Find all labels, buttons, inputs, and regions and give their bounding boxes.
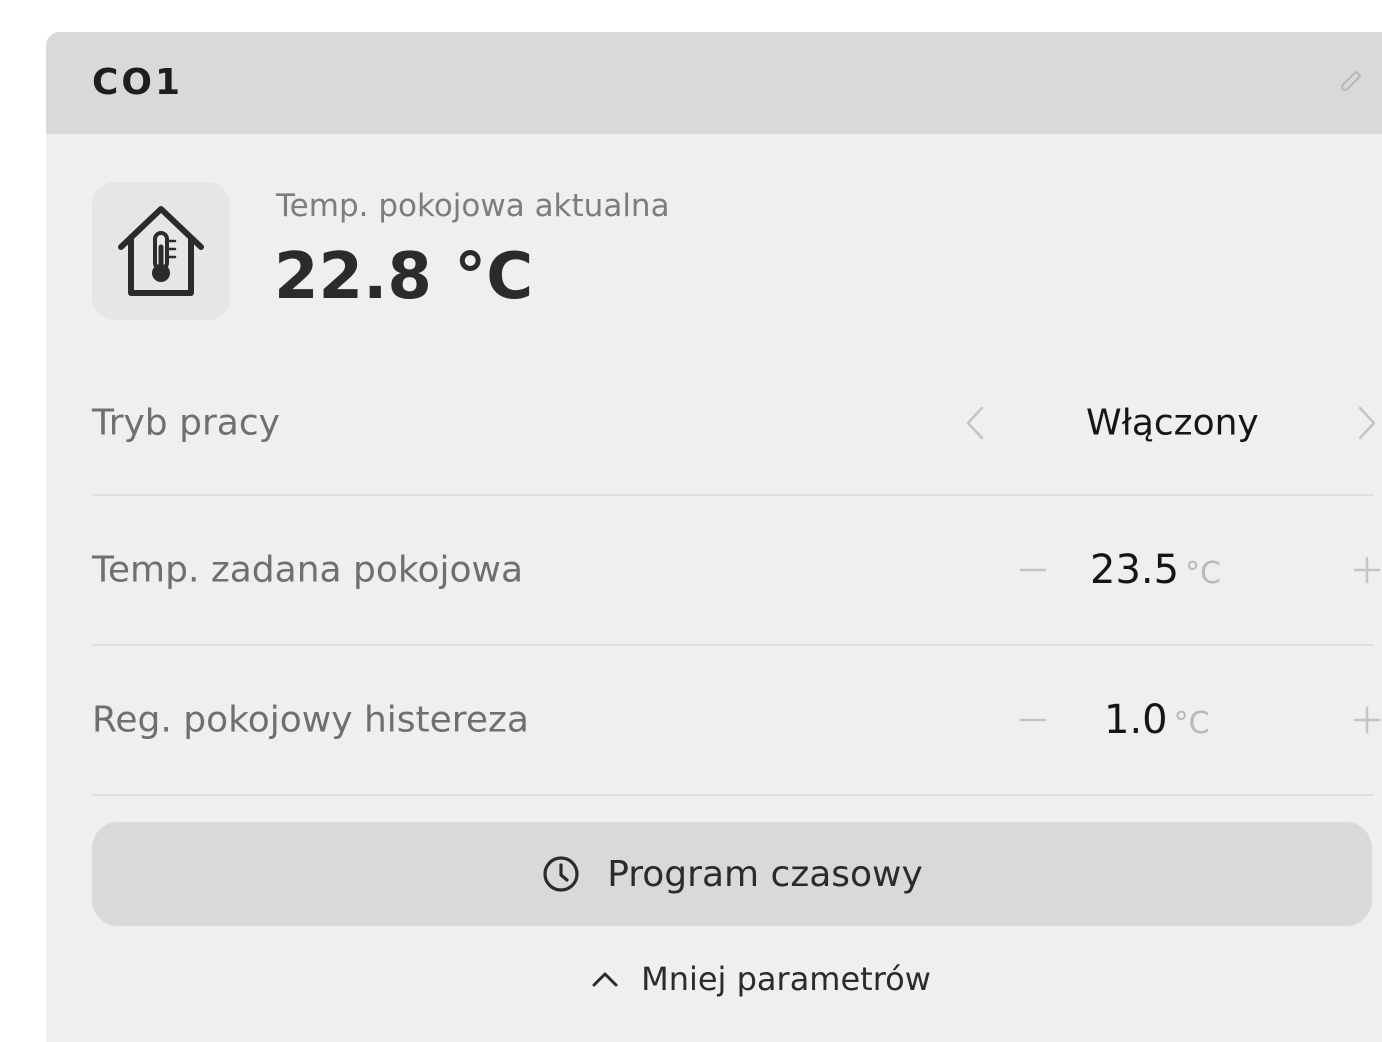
param-row-setpoint: Temp. zadana pokojowa 23.5 °C [92,496,1381,646]
card-title: CO1 [92,62,184,103]
parameter-list: Tryb pracy Włączony Temp. zadana pokojow… [92,352,1381,796]
param-row-mode: Tryb pracy Włączony [92,352,1376,496]
minus-icon [1019,718,1047,722]
setpoint-unit: °C [1185,556,1222,591]
chevron-right-icon [1358,406,1376,440]
hysteresis-unit: °C [1173,706,1210,741]
time-program-button[interactable]: Program czasowy [92,822,1372,926]
chevron-up-icon [592,972,618,987]
plus-icon [1353,706,1381,734]
less-parameters-label: Mniej parametrów [641,960,931,998]
setpoint-decrease-button[interactable] [1008,545,1058,595]
house-thermometer-icon [92,182,230,320]
param-row-hysteresis: Reg. pokojowy histereza 1.0 °C [92,646,1381,796]
mode-value: Włączony [1086,402,1259,444]
zone-card: CO1 Temp. pokojowa aktualna 22.8 °C Tryb… [46,32,1382,1042]
edit-name-button[interactable] [1336,66,1366,96]
setpoint-label: Temp. zadana pokojowa [92,549,524,591]
minus-icon [1019,568,1047,572]
setpoint-value: 23.5 [1090,547,1180,593]
hysteresis-value-group: 1.0 °C [1104,697,1210,743]
mode-label: Tryb pracy [92,402,280,444]
mode-prev-button[interactable] [950,398,1000,448]
card-header: CO1 [46,32,1382,134]
current-temp-label: Temp. pokojowa aktualna [276,188,670,224]
plus-icon [1353,556,1381,584]
mode-next-button[interactable] [1342,398,1382,448]
setpoint-value-group: 23.5 °C [1090,547,1221,593]
hysteresis-decrease-button[interactable] [1008,695,1058,745]
time-program-label: Program czasowy [607,853,923,895]
hysteresis-increase-button[interactable] [1342,695,1382,745]
hysteresis-label: Reg. pokojowy histereza [92,699,529,741]
chevron-left-icon [966,406,984,440]
pencil-icon [1341,70,1362,91]
current-temperature: Temp. pokojowa aktualna 22.8 °C [92,182,992,322]
setpoint-increase-button[interactable] [1342,545,1382,595]
less-parameters-toggle[interactable]: Mniej parametrów [46,960,1382,998]
hysteresis-value: 1.0 [1104,697,1168,743]
current-temp-value: 22.8 °C [274,240,534,314]
less-parameters-inner: Mniej parametrów [591,960,931,998]
clock-icon [543,856,579,892]
